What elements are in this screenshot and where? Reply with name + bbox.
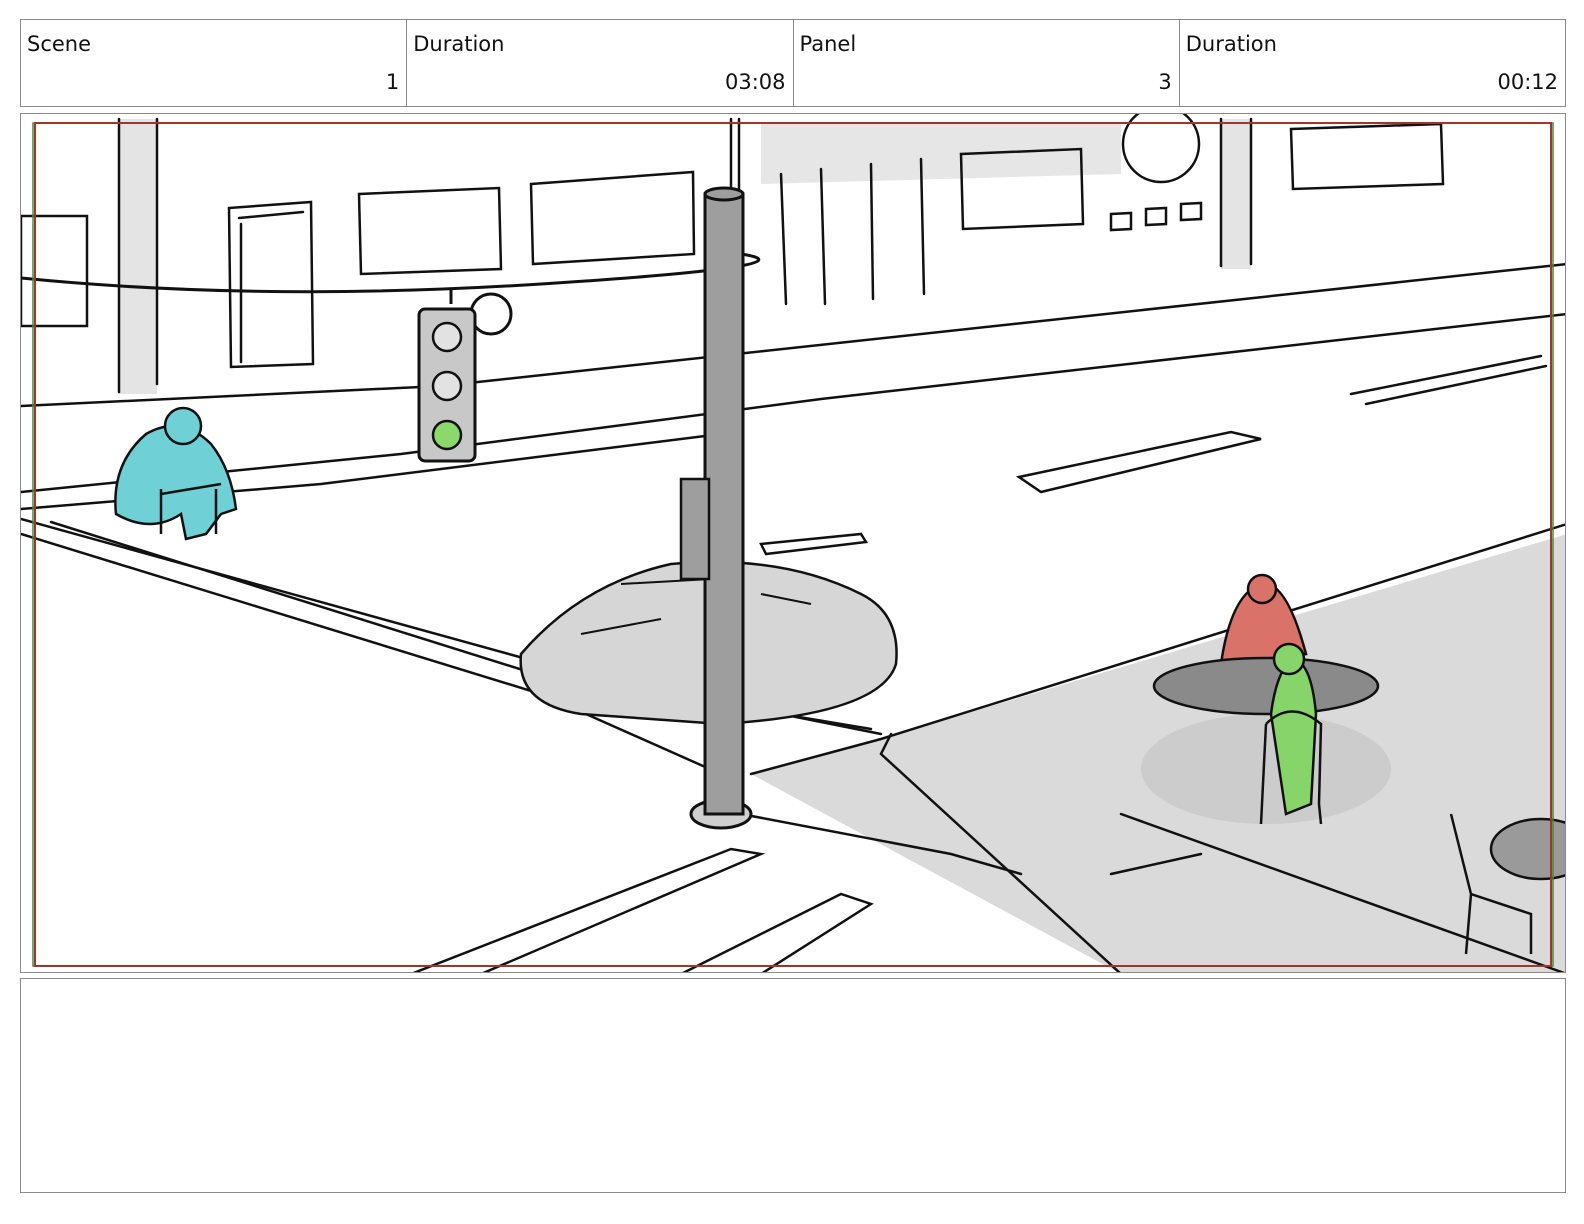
scene-label: Scene [27, 32, 92, 56]
scene-value[interactable]: 1 [386, 70, 399, 94]
panel-duration-value[interactable]: 00:12 [1497, 70, 1558, 94]
scene-duration-cell: Duration 03:08 [407, 20, 794, 106]
scene-duration-value[interactable]: 03:08 [725, 70, 786, 94]
scene-cell: Scene 1 [21, 20, 408, 106]
storyboard-header: Scene 1 Duration 03:08 Panel 3 Duration … [20, 19, 1566, 107]
panel-label: Panel [799, 32, 857, 56]
panel-value[interactable]: 3 [1158, 70, 1171, 94]
scene-duration-label: Duration [413, 32, 505, 56]
panel-cell: Panel 3 [794, 20, 1180, 106]
panel-notes-area[interactable] [20, 978, 1566, 1193]
panel-duration-cell: Duration 00:12 [1180, 20, 1565, 106]
panel-duration-label: Duration [1185, 32, 1277, 56]
street-sketch [21, 114, 1565, 972]
storyboard-panel-image[interactable] [20, 113, 1566, 973]
